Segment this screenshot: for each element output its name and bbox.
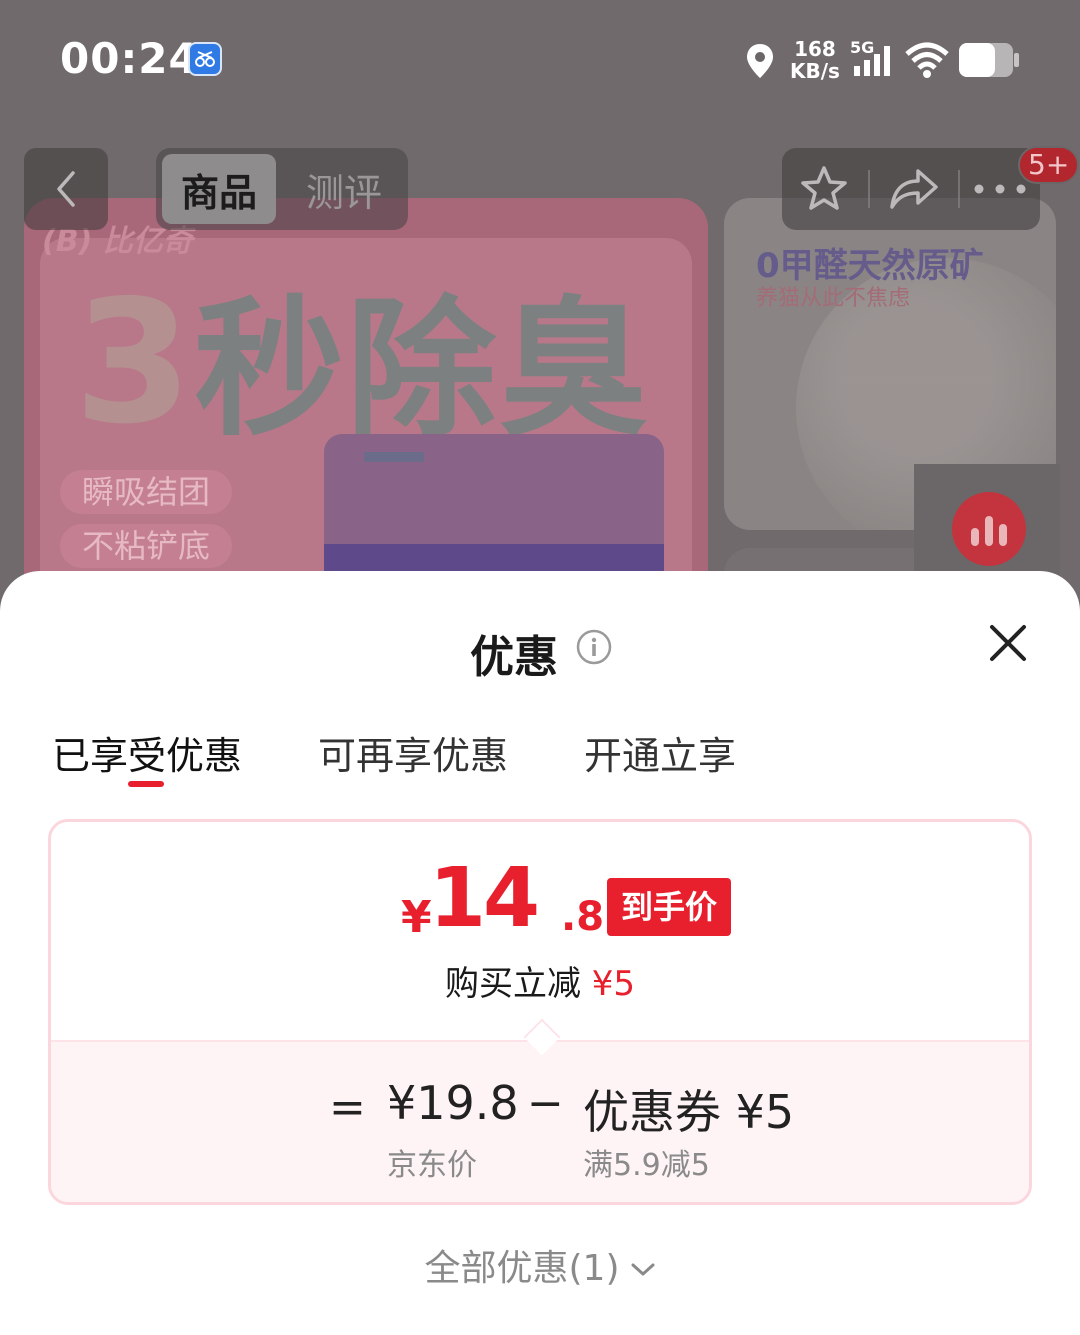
hero-tag-1: 瞬吸结团 xyxy=(60,470,233,514)
divider xyxy=(868,170,870,208)
price-decimal: .8 xyxy=(561,894,605,940)
status-bar: 00:24 168 KB/s 5G xyxy=(0,0,1080,120)
back-button[interactable] xyxy=(24,148,108,230)
favorite-button[interactable] xyxy=(784,148,864,230)
tab-activate-discounts[interactable]: 开通立享 xyxy=(584,725,736,780)
hero-headline: 3秒除臭 xyxy=(74,278,650,448)
info-icon[interactable] xyxy=(576,629,612,665)
tab-product[interactable]: 商品 xyxy=(162,154,276,224)
message-count-badge: 5+ xyxy=(1018,146,1080,184)
location-icon xyxy=(747,44,773,78)
hero-banner: (B) 比亿奇 3秒除臭 瞬吸结团 不粘铲底 xyxy=(24,198,708,600)
network-speed: 168 KB/s xyxy=(790,38,840,82)
bar-chart-icon[interactable] xyxy=(952,492,1026,566)
hero-headline-text: 秒除臭 xyxy=(194,283,651,457)
final-price-section: ¥ 14 .8 到手价 购买立减 ¥5 xyxy=(51,822,1029,1040)
coupon-amount: 优惠券 ¥5 xyxy=(583,1085,795,1139)
more-icon xyxy=(974,184,1026,194)
signal-icon xyxy=(854,46,890,76)
jd-price-label: 京东价 xyxy=(387,1148,477,1183)
reduction-amount: ¥5 xyxy=(591,964,636,1004)
all-discounts-label: 全部优惠(1) xyxy=(424,1248,620,1289)
jd-price: ¥19.8 xyxy=(387,1076,519,1130)
tab-review[interactable]: 测评 xyxy=(288,154,400,224)
star-icon xyxy=(801,166,847,210)
chevron-left-icon xyxy=(57,171,75,207)
close-icon[interactable] xyxy=(984,619,1032,667)
sheet-title: 优惠 xyxy=(470,632,558,683)
purchase-reduction: 购买立减 ¥5 xyxy=(51,956,1029,1005)
hero-tag-2: 不粘铲底 xyxy=(60,524,233,568)
status-time: 00:24 xyxy=(60,34,199,83)
price-integer: 14 xyxy=(429,851,540,946)
hero-headline-digit: 3 xyxy=(74,264,195,462)
bag-label xyxy=(364,452,424,462)
nav-tabs: 商品 测评 xyxy=(156,148,408,230)
price-currency: ¥ xyxy=(401,892,432,943)
tab-enjoyed-discounts[interactable]: 已享受优惠 xyxy=(52,725,242,780)
price-breakdown: = ¥19.8 京东价 − 优惠券 ¥5 满5.9减5 xyxy=(51,1040,1029,1202)
active-tab-indicator xyxy=(128,781,164,787)
tab-more-discounts[interactable]: 可再享优惠 xyxy=(318,725,508,780)
share-icon xyxy=(890,169,938,209)
wifi-icon xyxy=(905,42,949,78)
chevron-down-icon xyxy=(631,1263,654,1276)
coupon-condition: 满5.9减5 xyxy=(583,1148,710,1183)
final-price-tag: 到手价 xyxy=(607,878,732,936)
equals-sign: = xyxy=(329,1082,366,1133)
nav-actions xyxy=(782,148,1040,230)
discount-card: ¥ 14 .8 到手价 购买立减 ¥5 = ¥19.8 京东价 − 优惠券 ¥5… xyxy=(48,819,1032,1205)
speed-unit: KB/s xyxy=(790,59,840,83)
side-subtitle: 养猫从此不焦虑 xyxy=(756,286,911,311)
reduction-label: 购买立减 xyxy=(444,964,581,1004)
discount-sheet: 优惠 已享受优惠 可再享优惠 开通立享 ¥ 14 .8 到手价 购买立减 ¥5 … xyxy=(0,571,1080,1335)
share-button[interactable] xyxy=(874,148,954,230)
speed-value: 168 xyxy=(794,37,836,61)
minus-sign: − xyxy=(527,1078,564,1129)
all-discounts-button[interactable]: 全部优惠(1) xyxy=(0,1239,1080,1291)
battery-icon xyxy=(959,43,1019,77)
screenshot-app-icon xyxy=(188,42,222,76)
